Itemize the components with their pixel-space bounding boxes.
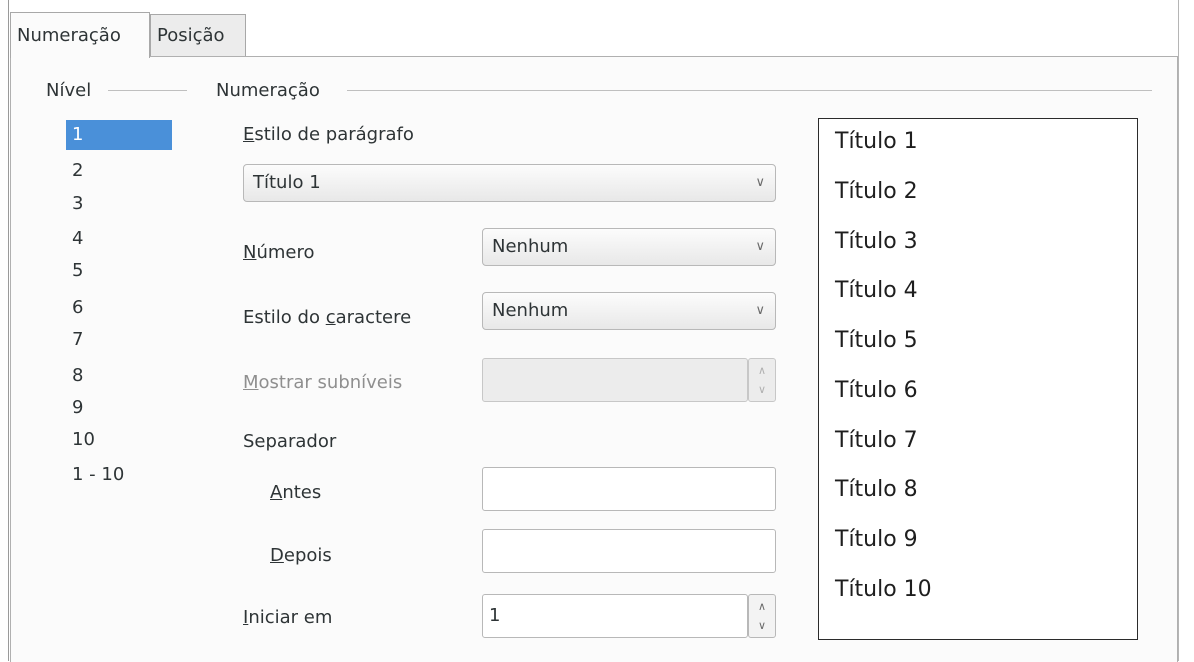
paragraph-style-value: Título 1 bbox=[253, 172, 321, 193]
sublevels-stepper[interactable]: ∧ ∨ bbox=[748, 358, 776, 402]
level-item[interactable]: 2 bbox=[66, 156, 172, 186]
numbering-preview: Título 1 Título 2 Título 3 Título 4 Títu… bbox=[818, 118, 1138, 640]
preview-item: Título 4 bbox=[835, 278, 918, 303]
number-dropdown[interactable]: Nenhum ∨ bbox=[482, 228, 776, 266]
chevron-up-icon[interactable]: ∧ bbox=[749, 598, 775, 616]
before-input[interactable] bbox=[482, 467, 776, 511]
preview-item: Título 9 bbox=[835, 527, 918, 552]
chevron-down-icon[interactable]: ∨ bbox=[749, 617, 775, 635]
separator-label: Separador bbox=[243, 431, 337, 452]
after-input[interactable] bbox=[482, 529, 776, 573]
preview-item: Título 2 bbox=[835, 179, 918, 204]
window-border-right bbox=[1178, 0, 1179, 661]
numbering-frame-label: Numeração bbox=[216, 80, 320, 101]
preview-item: Título 7 bbox=[835, 428, 918, 453]
level-item[interactable]: 3 bbox=[66, 189, 172, 219]
char-style-label: Estilo do caractere bbox=[243, 307, 412, 328]
level-item[interactable]: 10 bbox=[66, 425, 172, 455]
numbering-frame-line bbox=[347, 90, 1152, 91]
paragraph-style-dropdown[interactable]: Título 1 ∨ bbox=[243, 164, 776, 202]
paragraph-style-label: Estilo de parágrafo bbox=[243, 124, 414, 145]
preview-item: Título 6 bbox=[835, 378, 918, 403]
level-item[interactable]: 7 bbox=[66, 325, 172, 355]
chevron-down-icon: ∨ bbox=[755, 303, 765, 318]
sublevels-label: Mostrar subníveis bbox=[243, 372, 403, 393]
preview-item: Título 5 bbox=[835, 328, 918, 353]
char-style-value: Nenhum bbox=[492, 300, 569, 321]
chevron-down-icon: ∨ bbox=[755, 239, 765, 254]
start-at-stepper[interactable]: ∧ ∨ bbox=[748, 594, 776, 638]
tab-position[interactable]: Posição bbox=[150, 14, 246, 56]
tab-numbering[interactable]: Numeração bbox=[10, 12, 150, 58]
char-style-dropdown[interactable]: Nenhum ∨ bbox=[482, 292, 776, 330]
preview-item: Título 3 bbox=[835, 229, 918, 254]
chevron-down-icon[interactable]: ∨ bbox=[749, 381, 775, 399]
level-frame-label: Nível bbox=[46, 80, 92, 101]
start-at-label: Iniciar em bbox=[243, 607, 333, 628]
level-item[interactable]: 6 bbox=[66, 293, 172, 323]
number-label: Número bbox=[243, 242, 315, 263]
level-item[interactable]: 4 bbox=[66, 224, 172, 254]
level-item[interactable]: 1 bbox=[66, 120, 172, 150]
window-border-left bbox=[8, 0, 9, 661]
chevron-down-icon: ∨ bbox=[755, 175, 765, 190]
before-label: Antes bbox=[270, 482, 322, 503]
sublevels-input[interactable] bbox=[482, 358, 748, 402]
start-at-input[interactable]: 1 bbox=[482, 594, 748, 638]
after-label: Depois bbox=[270, 545, 332, 566]
chevron-up-icon[interactable]: ∧ bbox=[749, 362, 775, 380]
preview-item: Título 8 bbox=[835, 477, 918, 502]
level-item[interactable]: 1 - 10 bbox=[66, 460, 172, 490]
preview-item: Título 10 bbox=[835, 577, 932, 602]
preview-item: Título 1 bbox=[835, 129, 918, 154]
number-value: Nenhum bbox=[492, 236, 569, 257]
level-frame-line bbox=[108, 90, 187, 91]
level-item[interactable]: 9 bbox=[66, 393, 172, 423]
level-item[interactable]: 8 bbox=[66, 361, 172, 391]
level-item[interactable]: 5 bbox=[66, 256, 172, 286]
